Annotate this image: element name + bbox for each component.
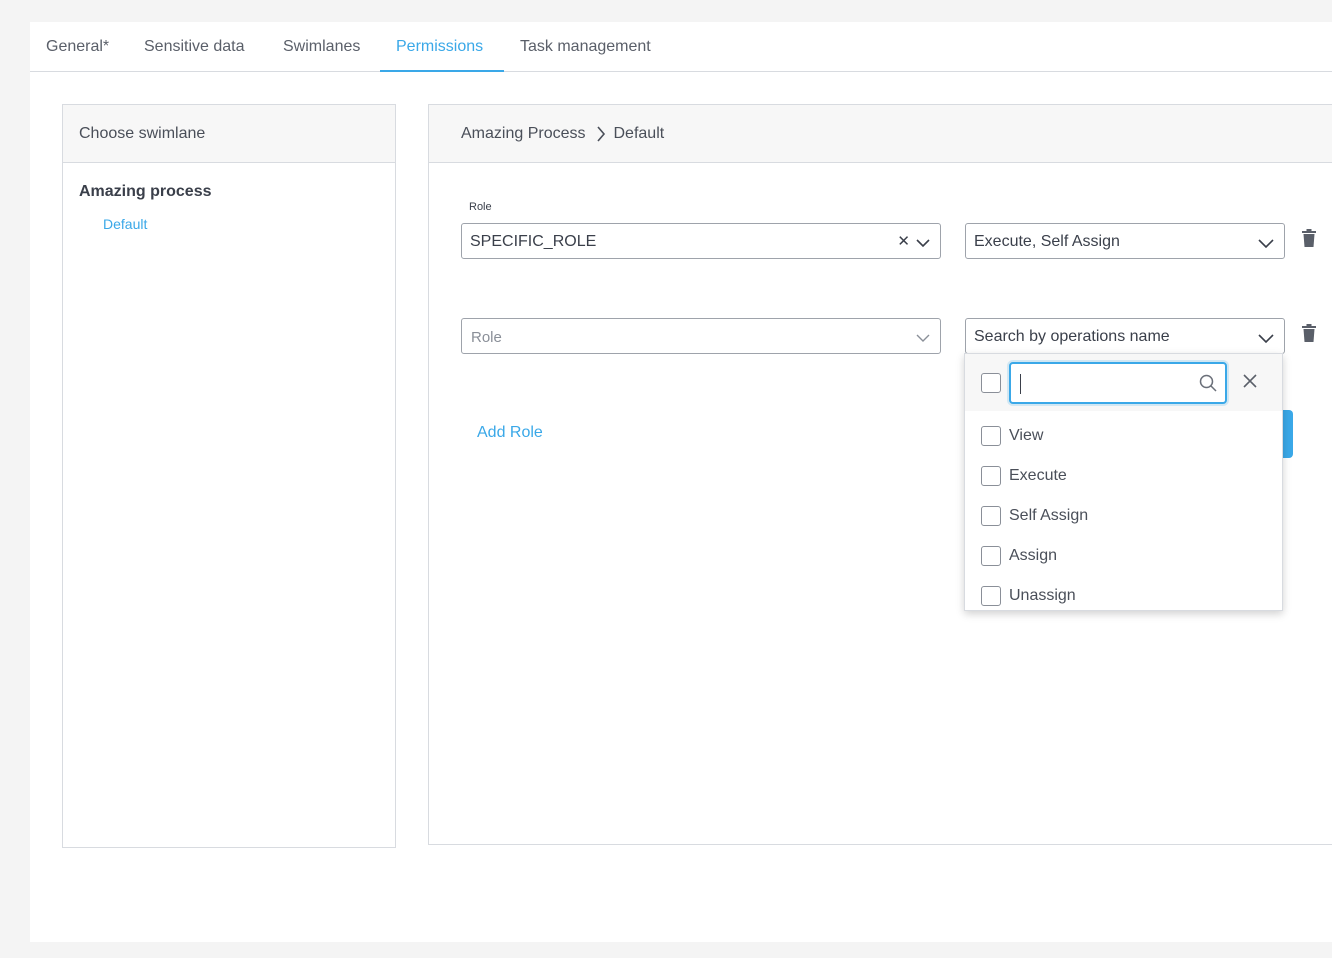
option-label: Unassign bbox=[1009, 587, 1076, 604]
breadcrumb-process[interactable]: Amazing Process bbox=[461, 125, 586, 143]
chevron-right-icon bbox=[596, 126, 606, 142]
role-select-2[interactable]: Role bbox=[461, 318, 941, 354]
tab-swimlanes[interactable]: Swimlanes bbox=[283, 38, 360, 56]
trash-icon[interactable] bbox=[1301, 229, 1317, 247]
operations-select-1-value: Execute, Self Assign bbox=[974, 233, 1120, 250]
option-label: View bbox=[1009, 427, 1044, 444]
tab-bar: General* Sensitive data Swimlanes Permis… bbox=[30, 22, 1332, 72]
swimlane-panel-header: Choose swimlane bbox=[63, 105, 395, 163]
search-icon bbox=[1199, 374, 1217, 392]
option-checkbox[interactable] bbox=[981, 506, 1001, 526]
role-select-2-placeholder: Role bbox=[471, 329, 502, 346]
active-tab-indicator bbox=[380, 70, 504, 72]
tab-sensitive-data[interactable]: Sensitive data bbox=[144, 38, 245, 56]
option-checkbox[interactable] bbox=[981, 426, 1001, 446]
trash-icon[interactable] bbox=[1301, 324, 1317, 342]
swimlane-panel-title: Choose swimlane bbox=[79, 125, 206, 142]
role-field-label: Role bbox=[469, 201, 492, 213]
option-label: Self Assign bbox=[1009, 507, 1089, 524]
option-label: Execute bbox=[1009, 467, 1067, 484]
tab-task-management[interactable]: Task management bbox=[520, 38, 651, 56]
chevron-down-icon[interactable] bbox=[1258, 235, 1274, 253]
tab-permissions[interactable]: Permissions bbox=[396, 38, 483, 56]
text-caret bbox=[1020, 374, 1021, 394]
close-icon[interactable] bbox=[1243, 374, 1257, 388]
operations-select-2-placeholder: Search by operations name bbox=[974, 328, 1170, 345]
operations-dropdown: View Execute Self Assign Assign Unassign bbox=[964, 353, 1283, 611]
option-checkbox[interactable] bbox=[981, 466, 1001, 486]
role-select-1[interactable]: SPECIFIC_ROLE ✕ bbox=[461, 223, 941, 259]
swimlane-item-default[interactable]: Default bbox=[103, 216, 147, 232]
dropdown-search-bar bbox=[965, 354, 1282, 411]
role-select-1-value: SPECIFIC_ROLE bbox=[470, 233, 597, 250]
breadcrumb-swimlane: Default bbox=[613, 125, 665, 142]
option-label: Assign bbox=[1009, 547, 1058, 564]
chevron-down-icon[interactable] bbox=[916, 330, 930, 348]
add-role-button[interactable]: Add Role bbox=[477, 424, 543, 442]
permissions-panel-header: Amazing Process Default bbox=[429, 105, 1332, 163]
clear-icon[interactable]: ✕ bbox=[897, 232, 910, 250]
operations-search-input[interactable] bbox=[1019, 372, 1199, 394]
swimlane-panel: Choose swimlane Amazing process Default bbox=[62, 104, 396, 848]
tab-general[interactable]: General* bbox=[46, 38, 109, 56]
select-all-checkbox[interactable] bbox=[981, 373, 1001, 393]
option-checkbox[interactable] bbox=[981, 586, 1001, 606]
chevron-down-icon[interactable] bbox=[916, 235, 930, 253]
operations-select-1[interactable]: Execute, Self Assign bbox=[965, 223, 1285, 259]
chevron-down-icon[interactable] bbox=[1258, 330, 1274, 348]
process-name: Amazing process bbox=[79, 183, 212, 200]
operations-search-box[interactable] bbox=[1009, 362, 1227, 404]
option-checkbox[interactable] bbox=[981, 546, 1001, 566]
breadcrumb: Amazing Process Default bbox=[461, 125, 664, 143]
operations-select-2[interactable]: Search by operations name bbox=[965, 318, 1285, 354]
